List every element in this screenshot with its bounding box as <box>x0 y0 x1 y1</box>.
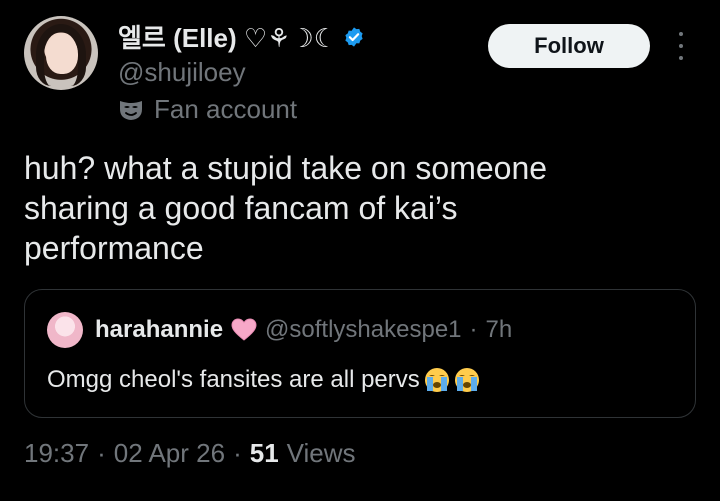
meta-separator: · <box>97 438 106 468</box>
quote-time[interactable]: 7h <box>486 316 513 344</box>
avatar-face <box>46 34 78 74</box>
views-label: Views <box>286 438 356 468</box>
quote-text: Omgg cheol's fansites are all pervs <box>47 366 420 393</box>
loudly-crying-face-icon <box>424 368 449 392</box>
quoted-tweet[interactable]: harahannie @softlyshakespe1 · 7h Omgg ch… <box>24 289 696 418</box>
theater-mask-icon <box>120 100 142 120</box>
tweet-metadata: 19:37 · 02 Apr 26 · 51 Views <box>24 438 356 469</box>
verified-badge-icon <box>345 26 363 47</box>
tweet-time[interactable]: 19:37 <box>24 438 89 469</box>
tweet-text: huh? what a stupid take on someone shari… <box>24 150 548 266</box>
more-dot <box>679 56 683 60</box>
account-label-text: Fan account <box>154 94 298 124</box>
pink-heart-icon <box>231 318 257 341</box>
more-dot <box>679 44 683 48</box>
quote-separator: · <box>469 316 478 343</box>
follow-button[interactable]: Follow <box>488 24 650 68</box>
more-options-icon[interactable] <box>676 32 686 60</box>
quote-author-handle[interactable]: @softlyshakespe1 <box>265 316 461 344</box>
account-label: Fan account <box>118 94 297 125</box>
author-name-row: 엘르 (Elle) ♡⚘☽☾ <box>118 18 365 55</box>
quote-author-name[interactable]: harahannie <box>95 316 223 344</box>
author-handle[interactable]: @shujiloey <box>118 57 246 88</box>
tweet-date[interactable]: 02 Apr 26 <box>114 438 225 469</box>
author-avatar[interactable] <box>24 16 98 90</box>
quote-text-row: Omgg cheol's fansites are all pervs <box>47 366 480 394</box>
quote-author-avatar[interactable] <box>47 312 83 348</box>
views-count: 51 <box>249 438 279 468</box>
quote-header: harahannie @softlyshakespe1 · 7h <box>95 316 512 344</box>
author-display-name[interactable]: 엘르 (Elle) ♡⚘☽☾ <box>118 18 337 55</box>
meta-separator: · <box>233 438 242 468</box>
loudly-crying-face-icon <box>454 368 479 392</box>
more-dot <box>679 32 683 36</box>
